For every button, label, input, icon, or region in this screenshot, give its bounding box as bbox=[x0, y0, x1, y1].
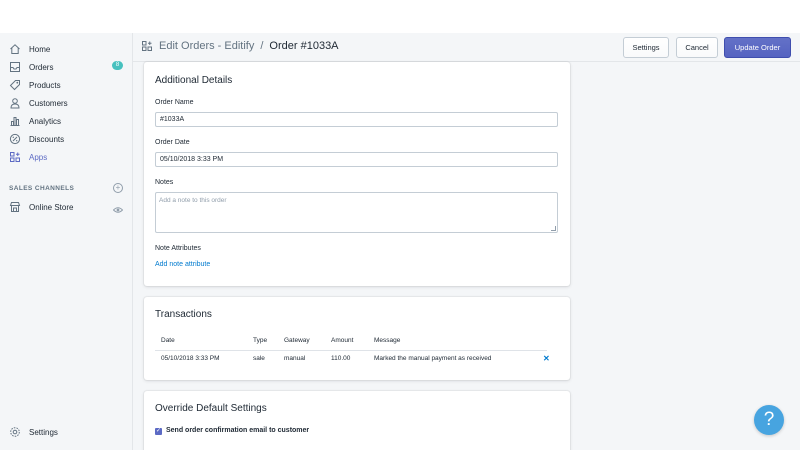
top-blank-area bbox=[0, 0, 800, 33]
order-date-field[interactable]: 05/10/2018 3:33 PM bbox=[155, 152, 558, 167]
sidebar-item-label: Settings bbox=[29, 427, 58, 437]
notes-textarea[interactable]: Add a note to this order bbox=[155, 192, 558, 233]
notes-placeholder: Add a note to this order bbox=[159, 197, 227, 204]
breadcrumb: Edit Orders - Editify / Order #1033A bbox=[141, 40, 339, 52]
order-name-field[interactable]: #1033A bbox=[155, 112, 558, 127]
column-header-date: Date bbox=[161, 337, 175, 344]
page-title: Order #1033A bbox=[269, 40, 339, 52]
sidebar-item-apps[interactable]: Apps bbox=[0, 148, 133, 166]
sidebar-item-label: Apps bbox=[29, 152, 48, 162]
transaction-gateway: manual bbox=[284, 355, 306, 362]
sales-channels-heading: SALES CHANNELS bbox=[9, 185, 75, 192]
sidebar-item-label: Orders bbox=[29, 62, 54, 72]
transaction-date: 05/10/2018 3:33 PM bbox=[161, 355, 220, 362]
sidebar-item-label: Online Store bbox=[29, 202, 74, 212]
column-header-message: Message bbox=[374, 337, 401, 344]
column-header-gateway: Gateway bbox=[284, 337, 310, 344]
top-bar: Edit Orders - Editify / Order #1033A Set… bbox=[133, 33, 800, 62]
note-attributes-label: Note Attributes bbox=[155, 245, 201, 252]
column-header-amount: Amount bbox=[331, 337, 354, 344]
add-note-attribute-link[interactable]: Add note attribute bbox=[155, 261, 210, 268]
sidebar: Home Orders 8 Products Customers Analyti… bbox=[0, 33, 133, 450]
apps-icon bbox=[141, 40, 153, 52]
transaction-amount: 110.00 bbox=[331, 355, 351, 362]
orders-icon bbox=[8, 60, 22, 74]
sidebar-item-label: Discounts bbox=[29, 134, 65, 144]
sidebar-item-customers[interactable]: Customers bbox=[0, 94, 133, 112]
bar-chart-icon bbox=[8, 114, 22, 128]
transactions-card: Transactions Date Type Gateway Amount Me… bbox=[144, 297, 570, 380]
sidebar-item-label: Products bbox=[29, 80, 61, 90]
sidebar-item-label: Home bbox=[29, 44, 51, 54]
store-icon bbox=[8, 200, 22, 214]
send-confirmation-label[interactable]: Send order confirmation email to custome… bbox=[166, 427, 309, 434]
cancel-button[interactable]: Cancel bbox=[676, 37, 718, 58]
sidebar-item-home[interactable]: Home bbox=[0, 40, 133, 58]
settings-button[interactable]: Settings bbox=[623, 37, 669, 58]
additional-details-card: Additional Details Order Name #1033A Ord… bbox=[144, 62, 570, 286]
breadcrumb-separator: / bbox=[260, 40, 264, 52]
column-header-type: Type bbox=[253, 337, 268, 344]
table-divider bbox=[155, 350, 547, 351]
sidebar-item-label: Customers bbox=[29, 98, 68, 108]
order-date-label: Order Date bbox=[155, 139, 190, 146]
orders-count-badge: 8 bbox=[112, 61, 123, 70]
sidebar-item-label: Analytics bbox=[29, 116, 62, 126]
gear-icon bbox=[8, 425, 22, 439]
person-icon bbox=[8, 96, 22, 110]
apps-icon bbox=[8, 150, 22, 164]
main-content: Additional Details Order Name #1033A Ord… bbox=[133, 62, 800, 450]
resize-handle[interactable] bbox=[551, 226, 556, 231]
add-sales-channel-icon[interactable]: + bbox=[113, 183, 123, 193]
sidebar-item-products[interactable]: Products bbox=[0, 76, 133, 94]
send-confirmation-checkbox[interactable]: ✓ bbox=[155, 428, 162, 435]
breadcrumb-app-link[interactable]: Edit Orders - Editify bbox=[159, 40, 254, 52]
delete-transaction-icon[interactable]: ✕ bbox=[543, 354, 550, 363]
update-order-button[interactable]: Update Order bbox=[724, 37, 791, 58]
sidebar-item-analytics[interactable]: Analytics bbox=[0, 112, 133, 130]
transaction-type: sale bbox=[253, 355, 265, 362]
sidebar-item-settings[interactable]: Settings bbox=[0, 423, 133, 441]
discount-icon bbox=[8, 132, 22, 146]
sidebar-item-discounts[interactable]: Discounts bbox=[0, 130, 133, 148]
order-name-label: Order Name bbox=[155, 99, 194, 106]
home-icon bbox=[8, 42, 22, 56]
tag-icon bbox=[8, 78, 22, 92]
override-settings-card: Override Default Settings ✓ Send order c… bbox=[144, 391, 570, 450]
card-title: Transactions bbox=[155, 309, 212, 320]
help-button[interactable]: ? bbox=[754, 405, 784, 435]
notes-label: Notes bbox=[155, 179, 174, 186]
eye-icon[interactable] bbox=[112, 202, 124, 213]
card-title: Additional Details bbox=[155, 75, 233, 86]
card-title: Override Default Settings bbox=[155, 403, 267, 414]
transaction-message: Marked the manual payment as received bbox=[374, 355, 492, 362]
sidebar-item-orders[interactable]: Orders 8 bbox=[0, 58, 133, 76]
